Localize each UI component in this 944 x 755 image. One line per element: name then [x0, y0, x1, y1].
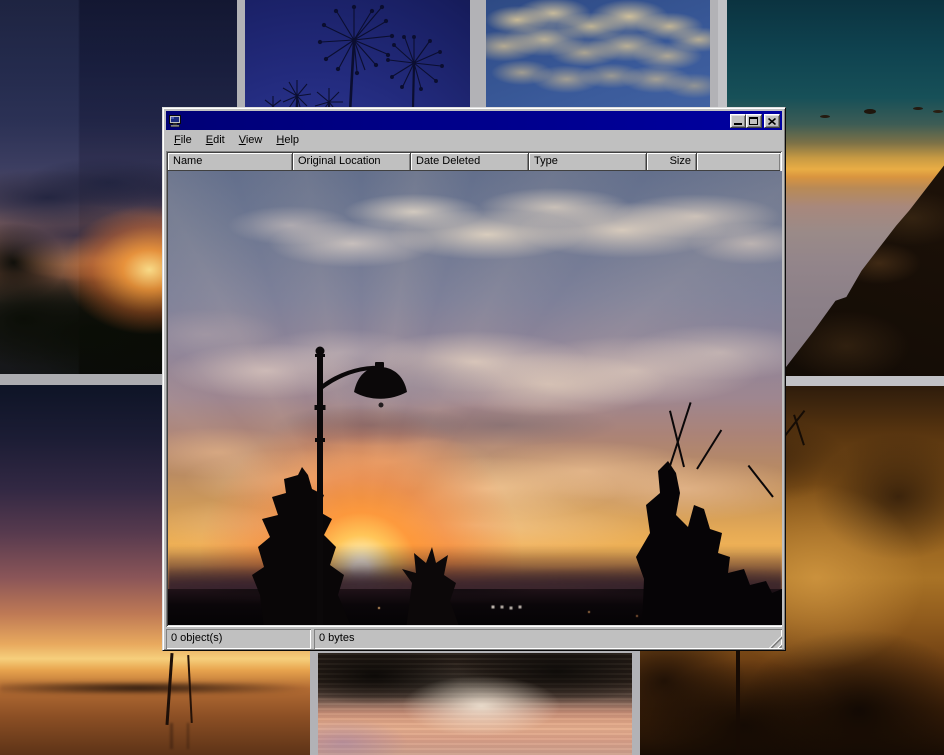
- menu-file[interactable]: File: [167, 132, 199, 149]
- column-header-date-deleted[interactable]: Date Deleted: [411, 153, 529, 171]
- photo-frame: [310, 647, 640, 755]
- close-button[interactable]: [764, 114, 780, 128]
- maximize-button[interactable]: [746, 114, 762, 128]
- title-bar[interactable]: [166, 111, 782, 130]
- minimize-button[interactable]: [730, 114, 746, 128]
- pole-silhouette: [736, 648, 740, 755]
- desktop: { "window": { "icon_name": "computer-ico…: [0, 0, 944, 755]
- distant-shore-silhouette: [0, 683, 310, 693]
- maximize-icon: [749, 117, 758, 125]
- recycle-bin-window: File Edit View Help Name Original Locati…: [162, 107, 786, 651]
- column-header-original-location[interactable]: Original Location: [293, 153, 411, 171]
- status-total-size: 0 bytes: [314, 629, 782, 649]
- column-header-name[interactable]: Name: [168, 153, 293, 171]
- menu-bar: File Edit View Help: [166, 131, 782, 150]
- status-object-count: 0 object(s): [166, 629, 311, 649]
- sunset-photo-backdrop: [168, 171, 782, 625]
- column-header-row: Name Original Location Date Deleted Type…: [168, 153, 780, 171]
- menu-view[interactable]: View: [232, 132, 270, 149]
- sapling-reflection: [166, 723, 196, 749]
- city-lights: [168, 171, 170, 173]
- column-header-filler: [697, 153, 780, 171]
- list-viewport[interactable]: [168, 171, 782, 625]
- menu-edit[interactable]: Edit: [199, 132, 232, 149]
- status-bar: 0 object(s) 0 bytes: [166, 629, 782, 649]
- column-header-size[interactable]: Size: [647, 153, 697, 171]
- close-icon: [768, 118, 776, 125]
- computer-icon[interactable]: [168, 114, 182, 128]
- menu-help[interactable]: Help: [269, 132, 306, 149]
- street-lamp-silhouette: [288, 345, 438, 625]
- bg-photo-lake-reflection: [318, 653, 632, 755]
- minimize-icon: [734, 123, 742, 125]
- column-header-type[interactable]: Type: [529, 153, 647, 171]
- list-view: Name Original Location Date Deleted Type…: [166, 151, 782, 627]
